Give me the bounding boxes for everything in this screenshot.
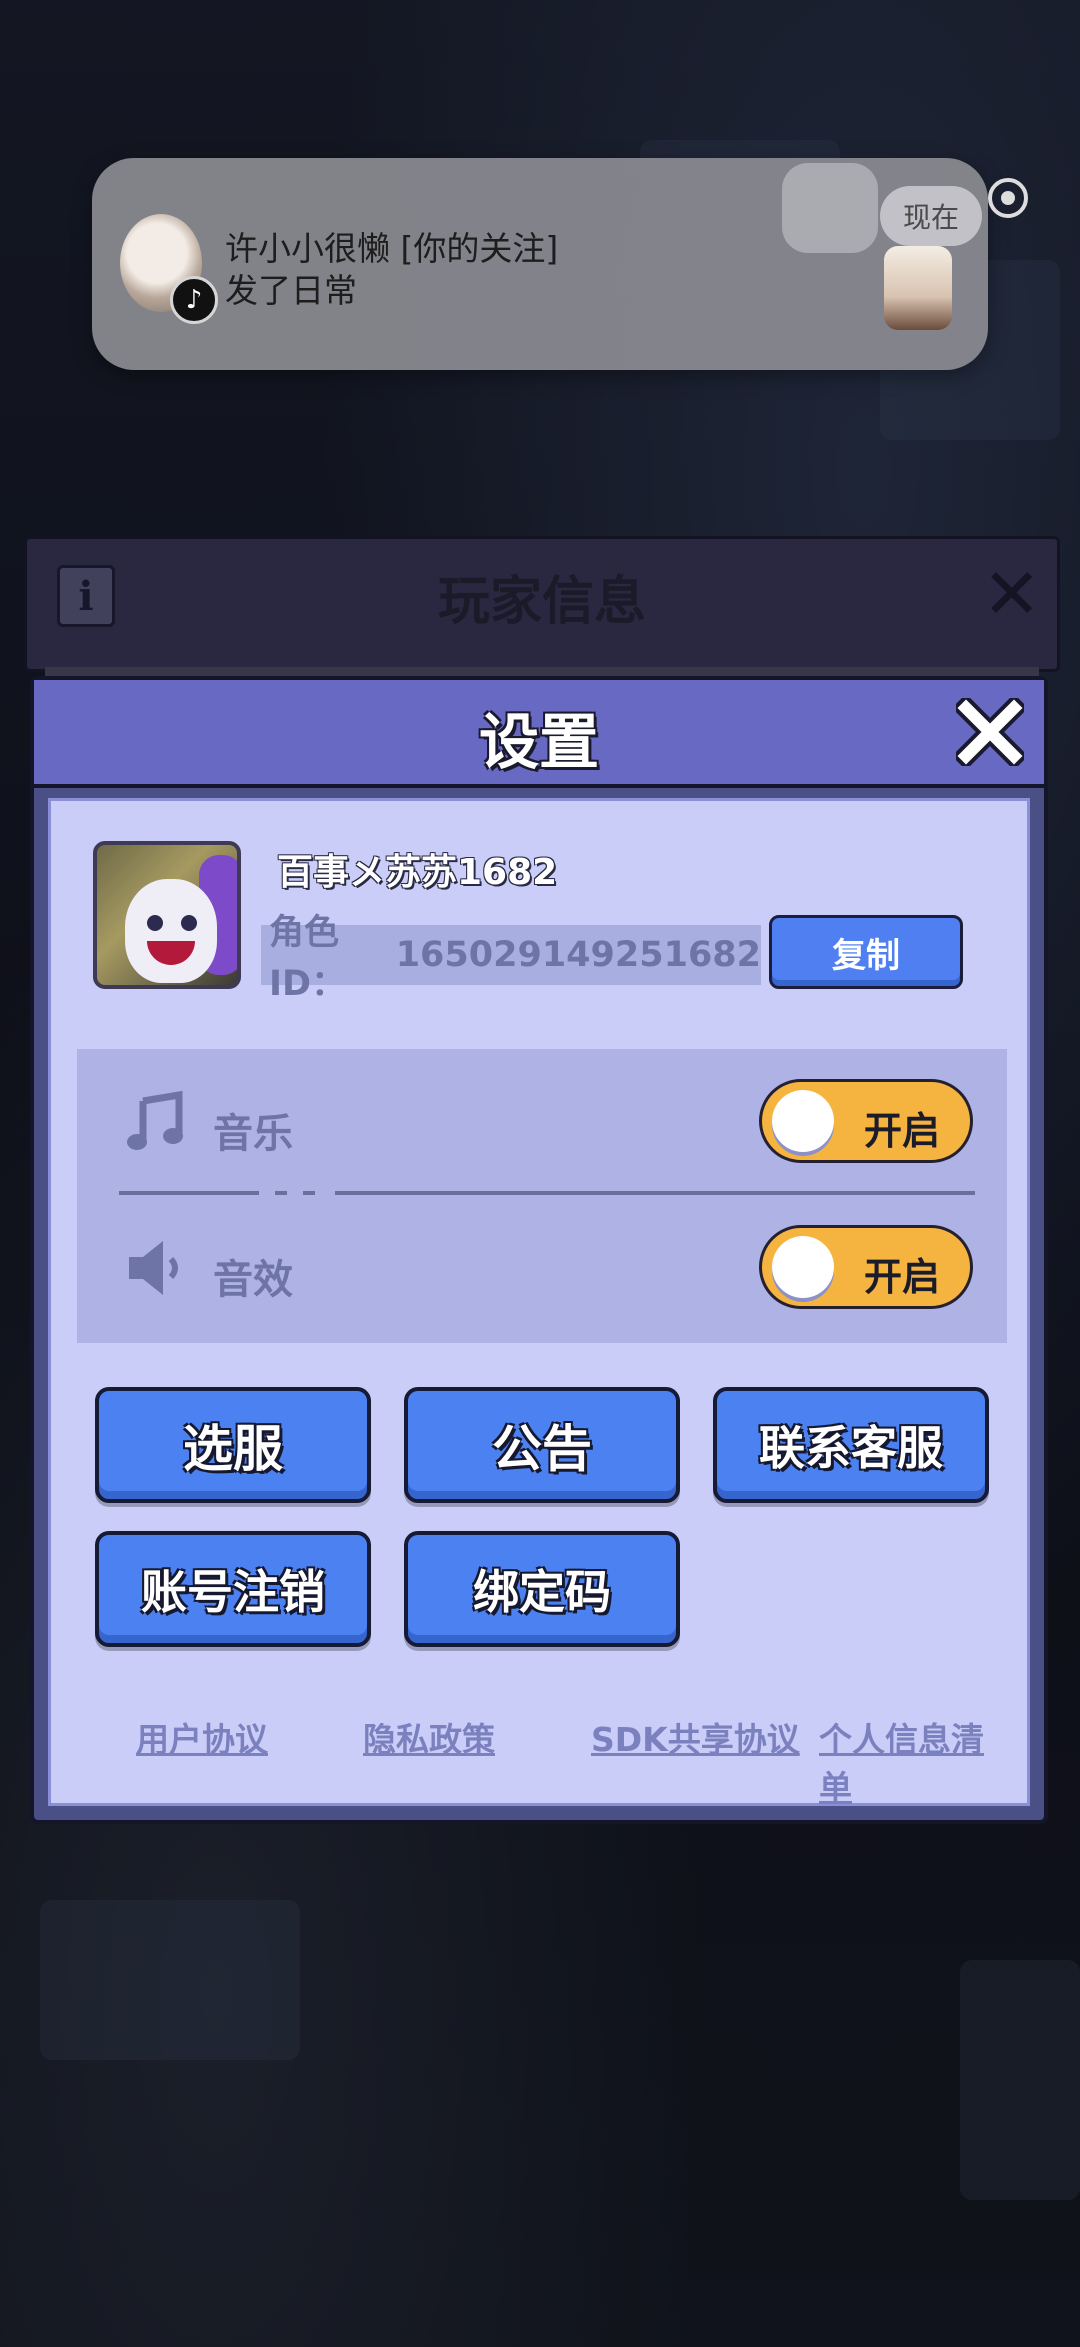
screen-record-icon[interactable] [988, 178, 1028, 218]
music-label: 音乐 [213, 1111, 293, 1157]
sfx-row: 音效 开启 [77, 1209, 1007, 1309]
user-agreement-link[interactable]: 用户协议 [136, 1713, 268, 1761]
privacy-policy-link[interactable]: 隐私政策 [363, 1713, 495, 1761]
music-toggle[interactable]: 开启 [759, 1079, 973, 1163]
contact-support-button[interactable]: 联系客服 [713, 1387, 989, 1503]
sdk-sharing-link[interactable]: SDK共享协议 [591, 1713, 800, 1761]
close-icon [956, 698, 1024, 766]
settings-title: 设置 [479, 708, 599, 778]
music-toggle-state: 开启 [864, 1109, 941, 1153]
toggle-knob [772, 1236, 834, 1298]
settings-body: 百事メ苏苏1682 角色ID： 165029149251682 复制 音乐 开启 [48, 798, 1030, 1807]
player-name: 百事メ苏苏1682 [277, 852, 558, 893]
settings-dialog: 设置 百事メ苏苏1682 角色ID： 165029149251682 复制 音乐… [30, 676, 1048, 1824]
close-button[interactable] [954, 696, 1026, 768]
avatar-eye [181, 915, 197, 931]
notification-thumbnail [884, 246, 952, 330]
sfx-toggle[interactable]: 开启 [759, 1225, 973, 1309]
bind-code-button[interactable]: 绑定码 [404, 1531, 680, 1647]
avatar-eye [147, 915, 163, 931]
player-info-panel: i 玩家信息 ✕ [24, 536, 1060, 697]
tiktok-icon: ♪ [170, 276, 218, 324]
player-info-title: 玩家信息 [437, 572, 646, 632]
toggle-knob [772, 1090, 834, 1152]
player-info-close-icon[interactable]: ✕ [982, 553, 1041, 635]
role-id-box: 角色ID： 165029149251682 [261, 913, 761, 1004]
music-row: 音乐 开启 [77, 1063, 1007, 1163]
music-note-icon [127, 1090, 183, 1150]
player-avatar [93, 841, 241, 989]
account-delete-button[interactable]: 账号注销 [95, 1531, 371, 1647]
legal-links: 用户协议 隐私政策 SDK共享协议 个人信息清单 [91, 1713, 997, 1807]
sfx-toggle-state: 开启 [864, 1255, 941, 1299]
notification-time: 现在 [880, 186, 982, 246]
avatar-face [125, 879, 217, 983]
server-select-button[interactable]: 选服 [95, 1387, 371, 1503]
copy-id-button[interactable]: 复制 [769, 915, 963, 989]
sfx-label: 音效 [213, 1257, 293, 1303]
notification-body: 发了日常 [225, 271, 357, 310]
settings-header: 设置 [34, 680, 1044, 788]
role-id-value: 165029149251682 [395, 935, 761, 975]
audio-divider [119, 1191, 975, 1195]
notification-shadow-icon [782, 163, 878, 253]
speaker-icon [129, 1241, 178, 1295]
audio-settings-panel: 音乐 开启 音效 开启 [77, 1049, 1007, 1343]
announcement-button[interactable]: 公告 [404, 1387, 680, 1503]
notification-title: 许小小很懒 [你的关注] [225, 229, 559, 268]
role-id-label: 角色ID： [269, 913, 347, 1004]
personal-info-list-link[interactable]: 个人信息清单 [819, 1713, 997, 1809]
push-notification[interactable]: ♪ 许小小很懒 [你的关注] 发了日常 现在 [92, 158, 988, 370]
